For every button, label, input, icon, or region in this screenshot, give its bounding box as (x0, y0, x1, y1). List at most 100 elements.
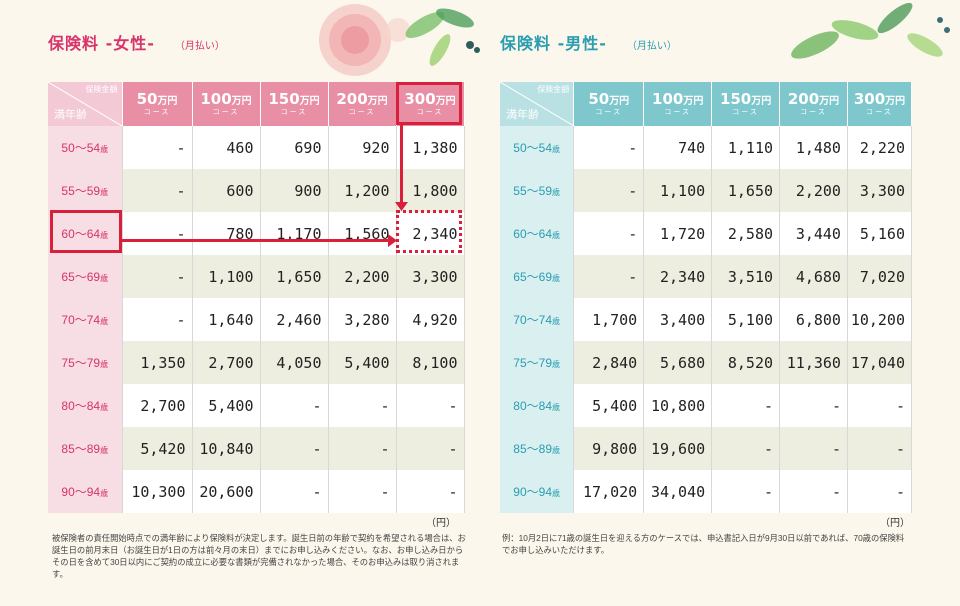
female-title-row: 保険料 -女性- （月払い） (48, 30, 466, 60)
course-label: コース (595, 108, 623, 116)
female-footnote: 被保険者の責任開始時点での満年齢により保険料が決定します。誕生日前の年齢で契約を… (52, 533, 466, 579)
premium-cell: 4,680 (779, 255, 848, 298)
premium-cell: 740 (643, 126, 713, 169)
age-range: 85～89 (513, 442, 552, 456)
age-suffix: 歳 (100, 446, 109, 455)
premium-cell: 34,040 (643, 470, 713, 513)
age-range-cell: 85～89歳 (48, 427, 123, 470)
premium-cell: 2,200 (779, 169, 848, 212)
table-row: 90～94歳 10,300 20,600- - - (48, 470, 465, 513)
premium-cell: 10,200 (847, 298, 913, 341)
premium-cell: - (573, 212, 645, 255)
male-subtitle: （月払い） (626, 41, 677, 52)
course-label: コース (348, 108, 376, 116)
course-amount: 100 (200, 90, 232, 108)
premium-cell: - (711, 470, 781, 513)
premium-cell: 1,640 (192, 298, 261, 341)
female-course-header: 50万円 コース (122, 82, 193, 126)
premium-cell: 1,650 (711, 169, 781, 212)
age-range-cell: 65～69歳 (48, 255, 123, 298)
course-unit: 万円 (885, 96, 906, 107)
age-suffix: 歳 (100, 403, 109, 412)
course-unit: 万円 (367, 96, 388, 107)
premium-cell: - (122, 169, 193, 212)
premium-cell: 1,200 (328, 169, 397, 212)
premium-cell: 20,600 (192, 470, 261, 513)
premium-cell: 9,800 (573, 427, 645, 470)
premium-cell: - (260, 470, 329, 513)
course-amount: 300 (853, 90, 886, 108)
age-suffix: 歳 (100, 145, 109, 154)
premium-cell: - (328, 427, 397, 470)
premium-cell: - (328, 470, 397, 513)
premium-cell: 1,700 (573, 298, 645, 341)
premium-cell: 3,400 (643, 298, 713, 341)
course-amount: 50 (136, 90, 158, 108)
age-suffix: 歳 (552, 145, 560, 154)
premium-cell: 5,400 (192, 384, 261, 427)
premium-cell: 2,200 (328, 255, 397, 298)
premium-cell: 3,300 (847, 169, 913, 212)
premium-cell: 5,420 (122, 427, 193, 470)
premium-cell: 5,400 (328, 341, 397, 384)
age-range: 90～94 (61, 485, 101, 499)
course-label: コース (280, 108, 308, 116)
age-range: 60～64 (513, 227, 552, 241)
male-course-header: 50万円 コース (573, 82, 645, 126)
premium-cell: 1,380 (396, 126, 465, 169)
age-range-cell: 50～54歳 (48, 126, 123, 169)
age-range-cell: 75～79歳 (48, 341, 123, 384)
course-unit: 万円 (683, 96, 704, 107)
age-range-cell: 50～54歳 (500, 126, 575, 169)
premium-cell: 2,580 (711, 212, 781, 255)
course-unit: 万円 (819, 96, 840, 107)
premium-cell: - (847, 384, 913, 427)
highlight-vertical-arrow (400, 125, 403, 205)
course-label: コース (732, 108, 759, 116)
male-currency-unit: （円） (880, 518, 910, 529)
table-row: 70～74歳 1,700 3,400 5,100 6,800 10,200 (500, 298, 913, 341)
premium-cell: - (396, 470, 465, 513)
highlight-horizontal-arrow (122, 239, 390, 242)
premium-cell: 6,800 (779, 298, 848, 341)
premium-cell: 7,020 (847, 255, 913, 298)
age-range: 55～59 (61, 184, 101, 198)
course-unit: 万円 (751, 96, 772, 107)
highlight-300-header (396, 82, 462, 125)
age-range-cell: 70～74歳 (48, 298, 123, 341)
age-range-cell: 90～94歳 (48, 470, 123, 513)
premium-cell: 1,720 (643, 212, 713, 255)
age-range: 65～69 (513, 270, 552, 284)
course-amount: 200 (787, 90, 820, 108)
premium-cell: 3,300 (396, 255, 465, 298)
age-range-cell: 80～84歳 (48, 384, 123, 427)
male-footnote: 例：10月2日に71歳の誕生日を迎える方のケースでは、申込書記入日が9月30日以… (502, 533, 905, 555)
course-amount: 100 (652, 90, 684, 108)
premium-cell: 17,020 (573, 470, 645, 513)
premium-cell: - (328, 384, 397, 427)
table-row: 50～54歳 -740 1,110 1,480 2,220 (500, 126, 913, 169)
age-range-cell: 60～64歳 (500, 212, 575, 255)
premium-cell: 4,050 (260, 341, 329, 384)
premium-cell: 8,520 (711, 341, 781, 384)
male-title: 保険料 -男性- (500, 34, 607, 53)
male-course-header: 200万円 コース (779, 82, 848, 126)
premium-cell: 10,800 (643, 384, 713, 427)
age-range: 55～59 (513, 184, 552, 198)
male-corner-cell: 保険金額 満年齢 (500, 82, 575, 126)
premium-cell: 1,480 (779, 126, 848, 169)
course-amount: 150 (719, 90, 752, 108)
age-range: 75～79 (61, 356, 101, 370)
table-row: 65～69歳 -1,100 1,650 2,200 3,300 (48, 255, 465, 298)
male-title-row: 保険料 -男性- （月払い） (500, 30, 912, 60)
age-range: 70～74 (61, 313, 101, 327)
male-table-body: 50～54歳 -740 1,110 1,480 2,220 55～59歳 -1,100 1,6… (500, 126, 913, 513)
age-range-cell: 85～89歳 (500, 427, 575, 470)
premium-cell: 4,920 (396, 298, 465, 341)
course-amount: 50 (588, 90, 610, 108)
age-range: 85～89 (61, 442, 101, 456)
male-panel: 保険料 -男性- （月払い） 保険金額 満年齢 50万円 コース 100万円 コース… (500, 30, 913, 555)
table-row: 65～69歳 -2,340 3,510 4,680 7,020 (500, 255, 913, 298)
premium-cell: - (711, 427, 781, 470)
premium-cell: - (260, 427, 329, 470)
